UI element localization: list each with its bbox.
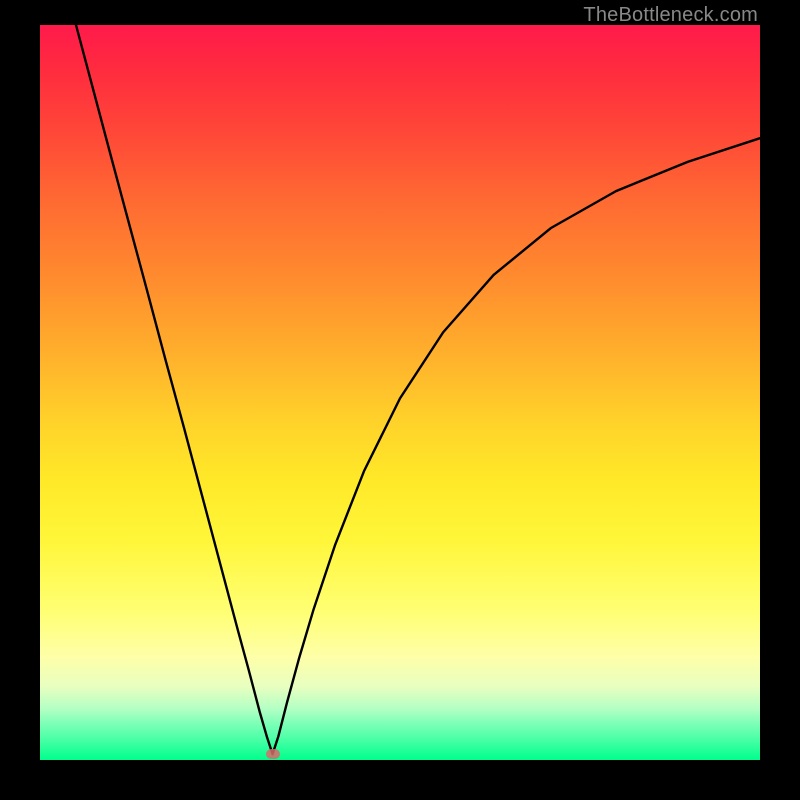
watermark-text: TheBottleneck.com — [583, 4, 758, 27]
chart-frame: TheBottleneck.com — [0, 0, 800, 800]
minimum-marker — [266, 749, 280, 759]
plot-area — [40, 25, 760, 760]
curve-line — [40, 25, 760, 760]
